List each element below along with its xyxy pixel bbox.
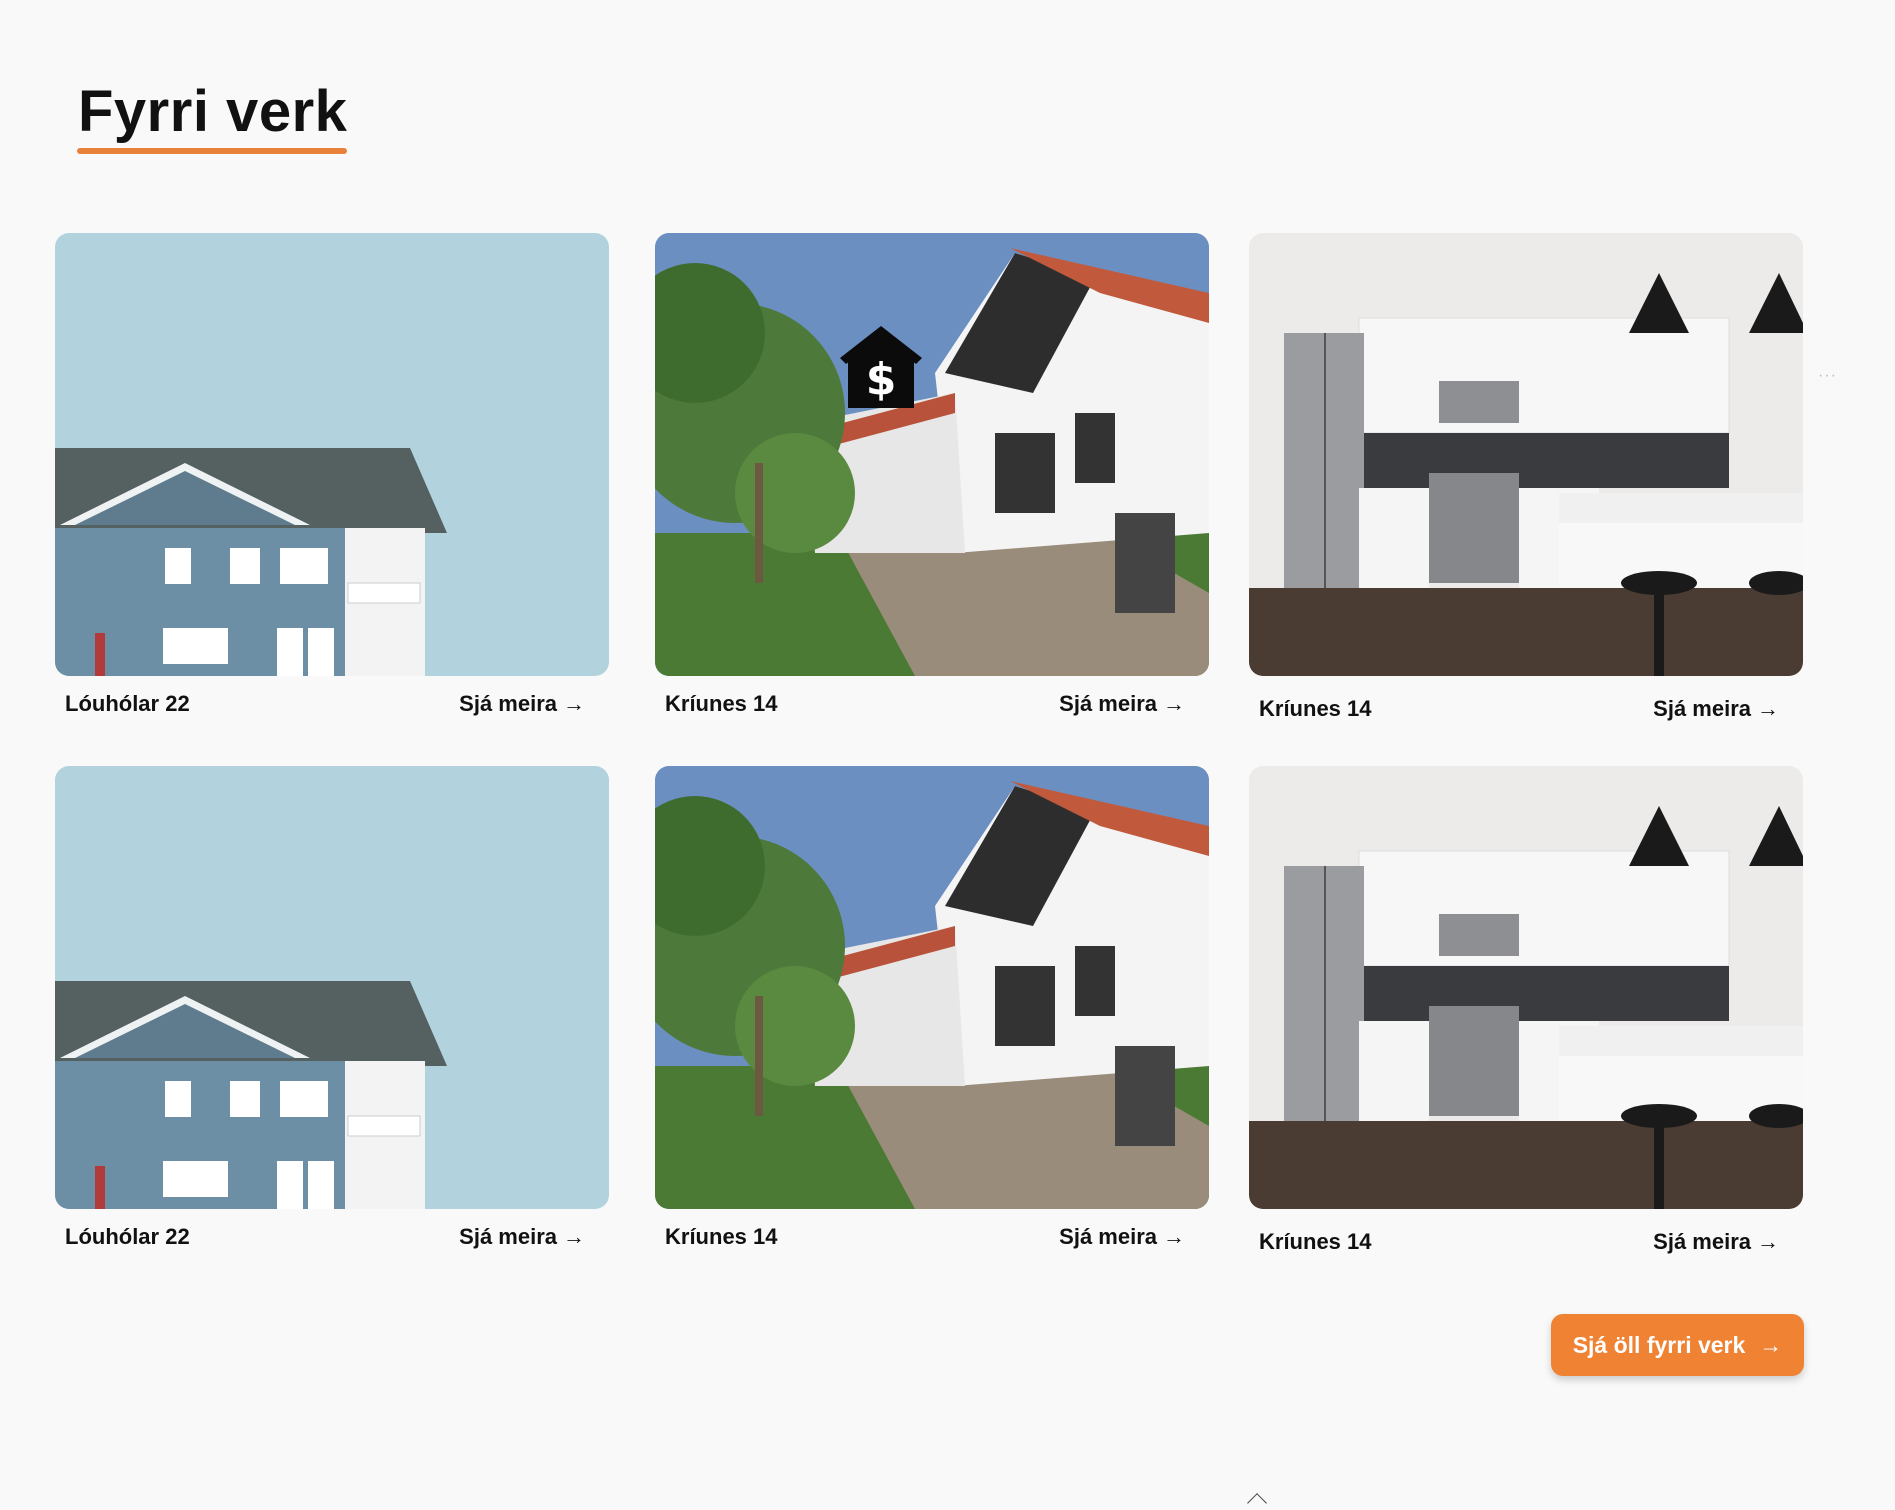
project-name: Kríunes 14	[665, 1224, 778, 1249]
see-more-link[interactable]: Sjá meira →	[1653, 1229, 1779, 1255]
project-card[interactable]: $ Kríunes 14 Sjá meira →	[655, 233, 1209, 732]
project-card[interactable]: Lóuhólar 22 Sjá meira →	[55, 766, 609, 1265]
house-dollar-icon: $	[838, 324, 924, 408]
arrow-right-icon: →	[563, 1224, 585, 1249]
arrow-right-icon: →	[563, 691, 585, 716]
scroll-up-icon[interactable]	[1247, 1493, 1267, 1510]
arrow-right-icon: →	[1163, 1224, 1185, 1249]
project-image-townhouse[interactable]: $	[655, 233, 1209, 676]
title-underline	[77, 148, 347, 154]
project-card[interactable]: Kríunes 14 Sjá meira →	[1249, 766, 1803, 1265]
project-image-kitchen[interactable]	[1249, 766, 1803, 1209]
project-card[interactable]: Kríunes 14 Sjá meira →	[1249, 233, 1803, 732]
see-more-link[interactable]: Sjá meira →	[459, 691, 585, 717]
project-name: Kríunes 14	[665, 691, 778, 716]
project-card[interactable]: Kríunes 14 Sjá meira →	[655, 766, 1209, 1265]
project-image-kitchen[interactable]	[1249, 233, 1803, 676]
project-card[interactable]: Lóuhólar 22 Sjá meira →	[55, 233, 609, 732]
arrow-right-icon: →	[1759, 1331, 1783, 1358]
project-image-blue-house[interactable]	[55, 233, 609, 676]
page-title: Fyrri verk	[78, 79, 348, 144]
see-all-projects-label: Sjá öll fyrri verk	[1572, 1331, 1746, 1358]
arrow-right-icon: →	[1757, 696, 1779, 721]
see-more-link[interactable]: Sjá meira →	[1059, 691, 1185, 717]
project-image-blue-house[interactable]	[55, 766, 609, 1209]
project-image-townhouse[interactable]	[655, 766, 1209, 1209]
see-all-projects-button[interactable]: Sjá öll fyrri verk →	[1551, 1314, 1804, 1376]
svg-text:$: $	[866, 354, 897, 405]
project-name: Lóuhólar 22	[65, 691, 190, 716]
see-more-link[interactable]: Sjá meira →	[1653, 696, 1779, 722]
see-more-link[interactable]: Sjá meira →	[1059, 1224, 1185, 1250]
project-name: Kríunes 14	[1259, 696, 1372, 721]
project-name: Kríunes 14	[1259, 1229, 1372, 1254]
arrow-right-icon: →	[1757, 1229, 1779, 1254]
more-dots-icon: ···	[1818, 367, 1837, 384]
arrow-right-icon: →	[1163, 691, 1185, 716]
see-more-link[interactable]: Sjá meira →	[459, 1224, 585, 1250]
project-name: Lóuhólar 22	[65, 1224, 190, 1249]
